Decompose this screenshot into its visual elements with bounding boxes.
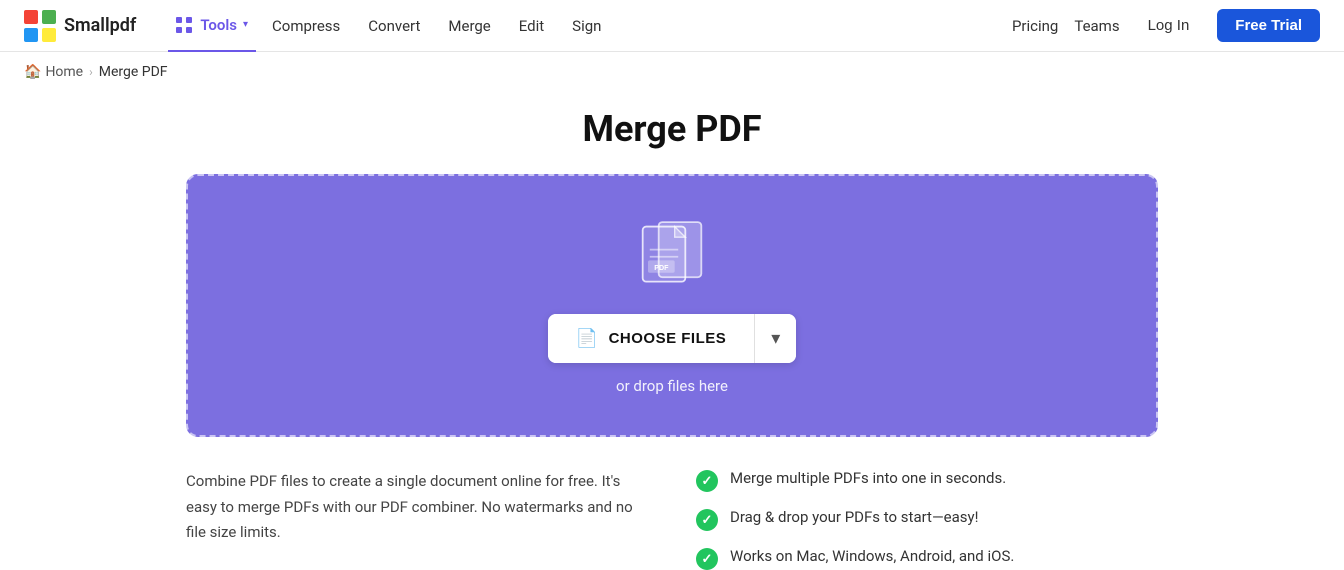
choose-files-button[interactable]: 📄 CHOOSE FILES: [548, 314, 755, 363]
chevron-down-icon: ▾: [243, 19, 248, 30]
drop-zone-container: PDF 📄 CHOOSE FILES ▾ or drop files here: [162, 174, 1182, 437]
pdf-icon-area: PDF: [632, 216, 712, 290]
main-nav: Compress Convert Merge Edit Sign: [272, 13, 601, 39]
tools-nav-item[interactable]: Tools ▾: [168, 0, 256, 52]
nav-compress[interactable]: Compress: [272, 13, 340, 39]
nav-merge[interactable]: Merge: [448, 13, 490, 39]
chevron-down-icon: ▾: [771, 328, 780, 349]
check-circle-2: ✓: [696, 509, 718, 531]
home-icon: 🏠: [24, 64, 41, 80]
header-right: Pricing Teams Log In Free Trial: [1012, 9, 1320, 42]
choose-files-row: 📄 CHOOSE FILES ▾: [548, 314, 797, 363]
free-trial-button[interactable]: Free Trial: [1217, 9, 1320, 42]
breadcrumb-separator: ›: [89, 65, 93, 79]
features-description: Combine PDF files to create a single doc…: [186, 469, 648, 570]
header: Smallpdf Tools ▾ Compress Convert Merge …: [0, 0, 1344, 52]
check-mark-3: ✓: [702, 552, 713, 567]
feature-item-2: ✓ Drag & drop your PDFs to start—easy!: [696, 508, 1158, 531]
tools-label: Tools: [200, 16, 237, 34]
nav-convert[interactable]: Convert: [368, 13, 420, 39]
check-mark-1: ✓: [702, 474, 713, 489]
breadcrumb-home[interactable]: 🏠 Home: [24, 64, 83, 80]
drop-zone[interactable]: PDF 📄 CHOOSE FILES ▾ or drop files here: [186, 174, 1158, 437]
file-icon: 📄: [576, 328, 599, 349]
features-section: Combine PDF files to create a single doc…: [162, 469, 1182, 570]
breadcrumb-current: Merge PDF: [99, 64, 168, 80]
logo[interactable]: Smallpdf: [24, 10, 136, 42]
svg-text:PDF: PDF: [654, 264, 669, 272]
breadcrumb: 🏠 Home › Merge PDF: [0, 52, 1344, 92]
page-title: Merge PDF: [0, 108, 1344, 150]
feature-item-3: ✓ Works on Mac, Windows, Android, and iO…: [696, 547, 1158, 570]
choose-files-dropdown-button[interactable]: ▾: [755, 314, 796, 363]
grid-icon: [176, 17, 192, 33]
login-button[interactable]: Log In: [1136, 11, 1202, 40]
logo-text: Smallpdf: [64, 15, 136, 36]
nav-sign[interactable]: Sign: [572, 13, 601, 39]
feature-item-1: ✓ Merge multiple PDFs into one in second…: [696, 469, 1158, 492]
drop-text: or drop files here: [616, 377, 728, 395]
pdf-merge-icon: PDF: [632, 216, 712, 286]
check-circle-3: ✓: [696, 548, 718, 570]
features-list: ✓ Merge multiple PDFs into one in second…: [696, 469, 1158, 570]
check-circle-1: ✓: [696, 470, 718, 492]
logo-icon: [24, 10, 56, 42]
check-mark-2: ✓: [702, 513, 713, 528]
nav-edit[interactable]: Edit: [519, 13, 544, 39]
nav-pricing[interactable]: Pricing: [1012, 17, 1058, 35]
nav-teams[interactable]: Teams: [1074, 17, 1119, 35]
